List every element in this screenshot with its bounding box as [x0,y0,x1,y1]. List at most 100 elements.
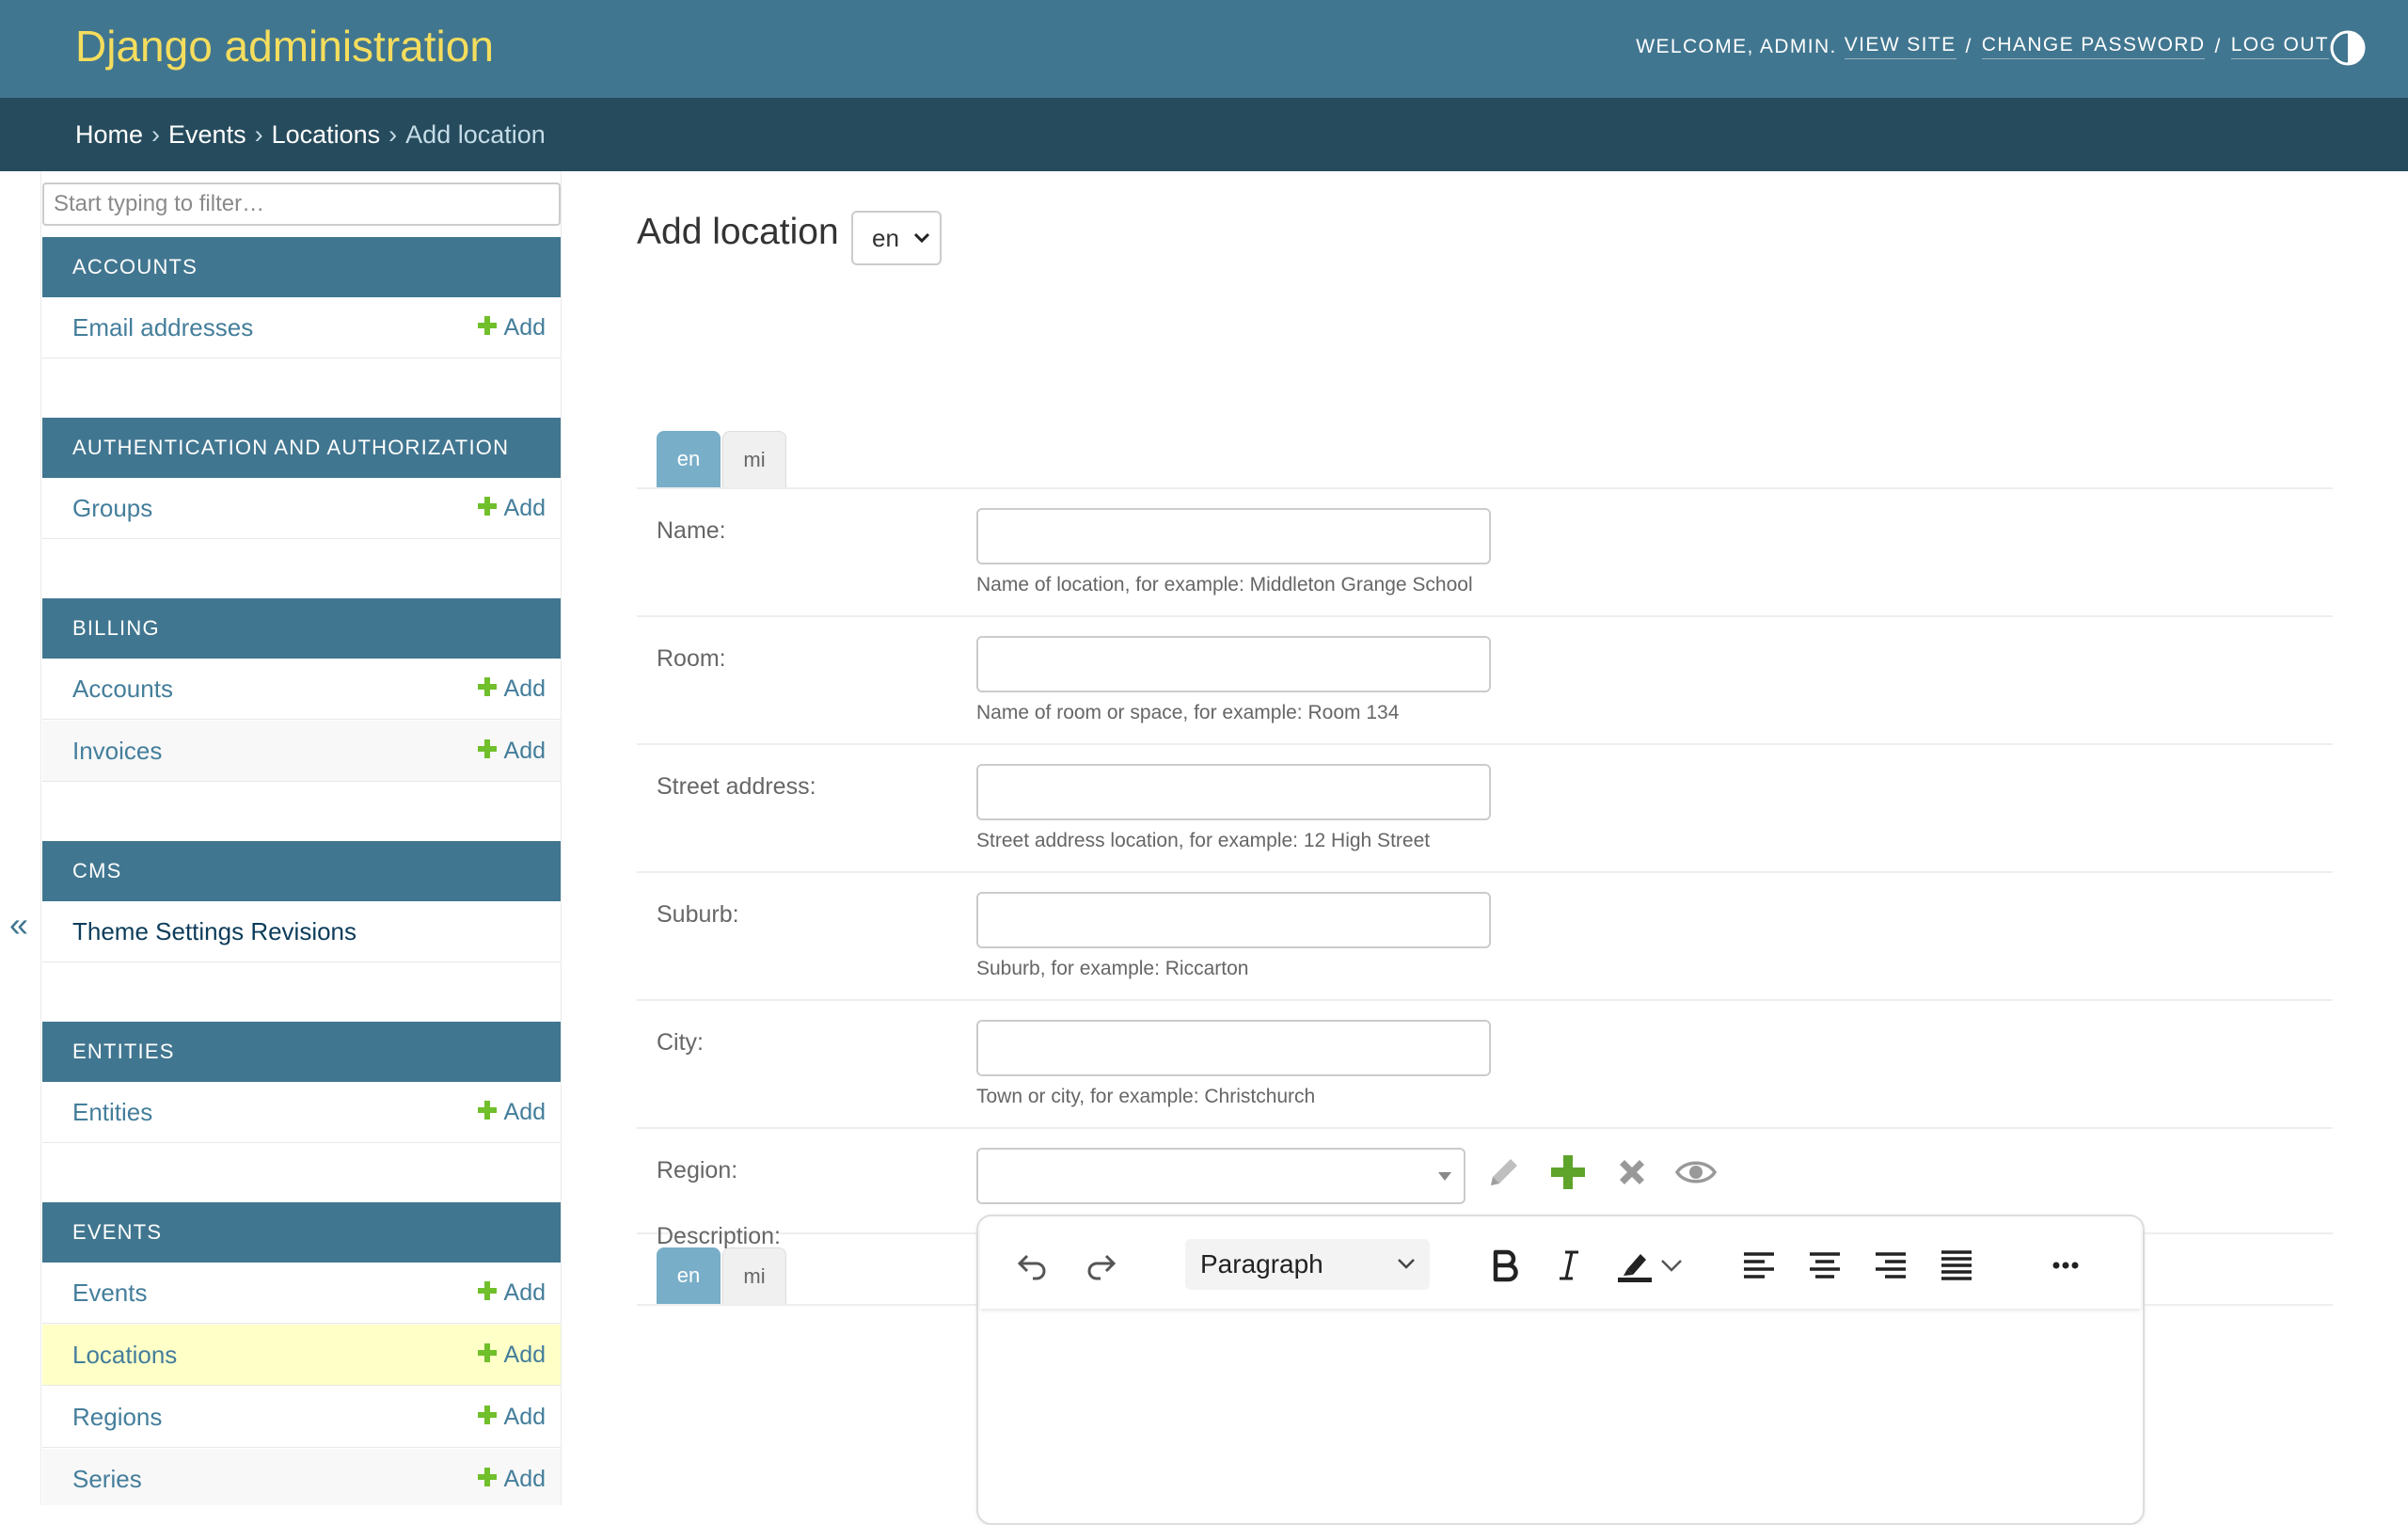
page-title: Add location [637,212,839,252]
model-link[interactable]: Theme Settings Revisions [72,917,356,946]
log-out-link[interactable]: LOG OUT [2230,34,2329,59]
module-header-entities[interactable]: ENTITIES [42,1022,561,1082]
pencil-icon[interactable] [1483,1152,1525,1193]
change-password-link[interactable]: CHANGE PASSWORD [1981,34,2206,59]
city-field[interactable] [976,1020,1491,1076]
add-label[interactable]: Add [504,1279,546,1307]
italic-icon[interactable] [1550,1247,1588,1284]
add-link[interactable]: Add [477,721,546,781]
add-link[interactable]: Add [477,1387,546,1447]
align-right-icon[interactable] [1872,1247,1909,1284]
add-label[interactable]: Add [504,495,546,522]
editor-content-area[interactable] [980,1311,2141,1523]
region-select[interactable] [976,1148,1465,1204]
sidebar-item-locations[interactable]: Locations Add [42,1325,561,1386]
add-link[interactable]: Add [477,1082,546,1142]
add-link[interactable]: Add [477,1449,546,1505]
sidebar-item-groups[interactable]: Groups Add [42,478,561,539]
module-header-cms[interactable]: CMS [42,841,561,901]
module-header-auth[interactable]: AUTHENTICATION AND AUTHORIZATION [42,418,561,478]
redo-icon[interactable] [1082,1247,1119,1284]
sidebar-filter-input[interactable] [42,183,561,226]
city-label: City: [657,1029,704,1056]
view-site-link[interactable]: VIEW SITE [1844,34,1956,59]
welcome-text: WELCOME, ADMIN. [1636,35,1837,57]
add-link[interactable]: Add [477,1325,546,1385]
align-left-icon[interactable] [1740,1247,1778,1284]
model-link[interactable]: Groups [72,494,152,523]
sidebar-item-series[interactable]: Series Add [42,1449,561,1505]
breadcrumb-locations[interactable]: Locations [272,120,381,150]
highlight-icon[interactable] [1616,1247,1654,1284]
add-label[interactable]: Add [504,1099,546,1126]
module-header-billing[interactable]: BILLING [42,598,561,659]
model-link[interactable]: Accounts [72,675,173,704]
chevron-down-icon [913,232,930,244]
model-link[interactable]: Email addresses [72,313,253,342]
breadcrumb-home[interactable]: Home [75,120,143,150]
tab-mi[interactable]: mi [722,431,786,487]
block-format-value: Paragraph [1200,1249,1323,1279]
add-label[interactable]: Add [504,738,546,765]
site-branding[interactable]: Django administration [75,21,494,71]
region-label: Region: [657,1157,738,1183]
sidebar-item-entities[interactable]: Entities Add [42,1082,561,1143]
chevron-down-icon [1398,1259,1415,1269]
bold-icon[interactable] [1486,1247,1524,1284]
plus-icon [477,1281,497,1300]
tab-en[interactable]: en [657,1247,721,1304]
module-header-events[interactable]: EVENTS [42,1202,561,1263]
street-address-field[interactable] [976,764,1491,820]
sidebar-item-events[interactable]: Events Add [42,1263,561,1324]
room-field[interactable] [976,636,1491,692]
model-link[interactable]: Invoices [72,737,162,766]
add-link[interactable]: Add [477,478,546,538]
highlight-dropdown-icon[interactable] [1657,1247,1686,1284]
sidebar-item-invoices[interactable]: Invoices Add [42,721,561,782]
rich-text-editor[interactable]: Paragraph [976,1215,2145,1525]
suburb-field[interactable] [976,892,1491,948]
add-link[interactable]: Add [477,297,546,357]
plus-icon[interactable] [1547,1152,1589,1193]
align-center-icon[interactable] [1806,1247,1844,1284]
model-link[interactable]: Entities [72,1098,152,1127]
breadcrumb-events[interactable]: Events [168,120,246,150]
more-icon[interactable] [2047,1247,2084,1284]
theme-toggle-icon[interactable] [2329,29,2367,67]
align-justify-icon[interactable] [1938,1247,1975,1284]
language-select-value: en [872,223,899,252]
model-link[interactable]: Events [72,1279,148,1308]
add-label[interactable]: Add [504,675,546,703]
language-select[interactable]: en [851,211,942,265]
tab-mi[interactable]: mi [722,1247,786,1304]
form-row-suburb: Suburb: Suburb, for example: Riccarton [637,873,2333,1001]
plus-icon [477,1406,497,1424]
model-link[interactable]: Series [72,1465,142,1494]
suburb-label: Suburb: [657,901,739,928]
add-link[interactable]: Add [477,1263,546,1323]
sidebar-item-regions[interactable]: Regions Add [42,1387,561,1448]
collapse-sidebar-icon[interactable]: « [9,905,28,945]
name-field[interactable] [976,508,1491,564]
add-label[interactable]: Add [504,1342,546,1369]
sidebar-item-email-addresses[interactable]: Email addresses Add [42,297,561,358]
sidebar-item-theme-settings-revisions[interactable]: Theme Settings Revisions [42,901,561,962]
add-label[interactable]: Add [504,314,546,342]
breadcrumb-separator: › [254,119,263,149]
add-label[interactable]: Add [504,1466,546,1493]
add-label[interactable]: Add [504,1404,546,1431]
plus-icon [477,497,497,516]
editor-toolbar: Paragraph [980,1218,2141,1309]
toggle-nav-sidebar[interactable]: « [0,171,41,1505]
model-link[interactable]: Regions [72,1403,162,1432]
sidebar-item-accounts[interactable]: Accounts Add [42,659,561,720]
model-link[interactable]: Locations [72,1341,177,1370]
room-label: Room: [657,645,726,672]
block-format-select[interactable]: Paragraph [1185,1239,1430,1290]
tab-en[interactable]: en [657,431,721,487]
module-header-accounts[interactable]: ACCOUNTS [42,237,561,297]
eye-icon[interactable] [1675,1152,1717,1193]
add-link[interactable]: Add [477,659,546,719]
undo-icon[interactable] [1014,1247,1052,1284]
delete-icon[interactable] [1611,1152,1653,1193]
